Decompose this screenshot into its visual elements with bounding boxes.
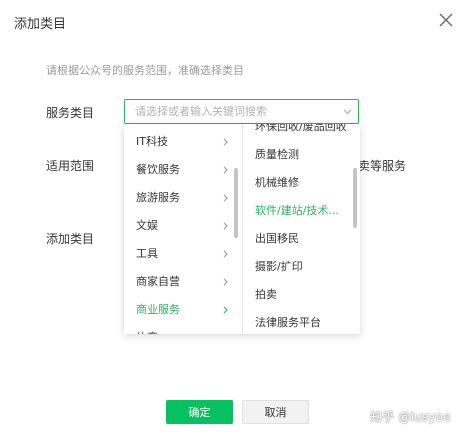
primary-category-item[interactable]: IT科技 (124, 128, 232, 156)
primary-category-item[interactable]: 工具 (124, 240, 232, 268)
secondary-category-label: 环保回收/废品回收 (255, 124, 347, 133)
secondary-category-label: 软件/建站/技术... (255, 204, 339, 217)
chevron-down-icon[interactable] (343, 108, 352, 115)
watermark: 知乎 @lusyoe (370, 410, 451, 424)
primary-category-item[interactable]: 文娱 (124, 212, 232, 240)
primary-category-label: 商业服务 (136, 303, 180, 316)
category-search-input[interactable] (125, 100, 358, 123)
primary-category-item[interactable]: 商家自营 (124, 268, 232, 296)
secondary-category-item[interactable]: 质量检测 (243, 141, 351, 169)
primary-category-label: 工具 (136, 247, 158, 260)
cancel-button[interactable]: 取消 (242, 400, 309, 424)
primary-category-item[interactable]: 商业服务 (124, 296, 232, 324)
primary-category-item[interactable]: 体育 (124, 324, 232, 334)
primary-category-label: 餐饮服务 (136, 163, 180, 176)
primary-category-list[interactable]: IT科技餐饮服务旅游服务文娱工具商家自营商业服务体育 (124, 124, 242, 334)
secondary-category-item[interactable]: 法律服务平台 (243, 309, 351, 334)
primary-list-scrollbar[interactable] (234, 168, 238, 238)
primary-category-label: 旅游服务 (136, 191, 180, 204)
close-icon[interactable] (436, 10, 456, 30)
primary-category-label: IT科技 (136, 135, 168, 148)
service-category-label: 服务类目 (46, 106, 95, 120)
secondary-list-scrollbar[interactable] (353, 168, 357, 228)
add-category-link[interactable]: 添加类目 (46, 230, 94, 247)
secondary-category-item[interactable]: 出国移民 (243, 225, 351, 253)
scope-label: 适用范围 (46, 159, 95, 173)
confirm-button[interactable]: 确定 (166, 400, 233, 424)
dialog-title: 添加类目 (14, 17, 67, 32)
scope-side-text: 卖等服务 (358, 159, 407, 173)
secondary-category-label: 法律服务平台 (255, 316, 321, 329)
secondary-category-list[interactable]: 环保回收/废品回收质量检测机械维修软件/建站/技术... 出国移民摄影/扩印拍卖法… (243, 124, 360, 334)
secondary-category-label: 拍卖 (255, 288, 277, 301)
secondary-category-label: 机械维修 (255, 176, 299, 189)
chevron-right-icon (223, 278, 228, 286)
chevron-right-icon (223, 138, 228, 146)
secondary-category-item[interactable]: 软件/建站/技术... (243, 197, 351, 225)
primary-category-label: 商家自营 (136, 275, 180, 288)
category-select[interactable] (124, 99, 359, 124)
secondary-category-item[interactable]: 拍卖 (243, 281, 351, 309)
chevron-right-icon (223, 194, 228, 202)
primary-category-label: 体育 (136, 331, 158, 334)
chevron-right-icon (223, 166, 228, 174)
primary-category-item[interactable]: 旅游服务 (124, 184, 232, 212)
secondary-category-item[interactable]: 机械维修 (243, 169, 351, 197)
primary-category-item[interactable]: 餐饮服务 (124, 156, 232, 184)
chevron-right-icon (223, 222, 228, 230)
secondary-category-label: 质量检测 (255, 148, 299, 161)
secondary-category-label: 出国移民 (255, 232, 299, 245)
secondary-category-item[interactable]: 环保回收/废品回收 (243, 124, 351, 141)
primary-category-label: 文娱 (136, 219, 158, 232)
hint-text: 请根据公众号的服务范围，准确选择类目 (46, 64, 244, 77)
chevron-right-icon (223, 306, 228, 314)
secondary-category-item[interactable]: 摄影/扩印 (243, 253, 351, 281)
secondary-category-label: 摄影/扩印 (255, 260, 303, 273)
chevron-right-icon (223, 250, 228, 258)
category-dropdown: IT科技餐饮服务旅游服务文娱工具商家自营商业服务体育 环保回收/废品回收质量检测… (124, 124, 360, 334)
